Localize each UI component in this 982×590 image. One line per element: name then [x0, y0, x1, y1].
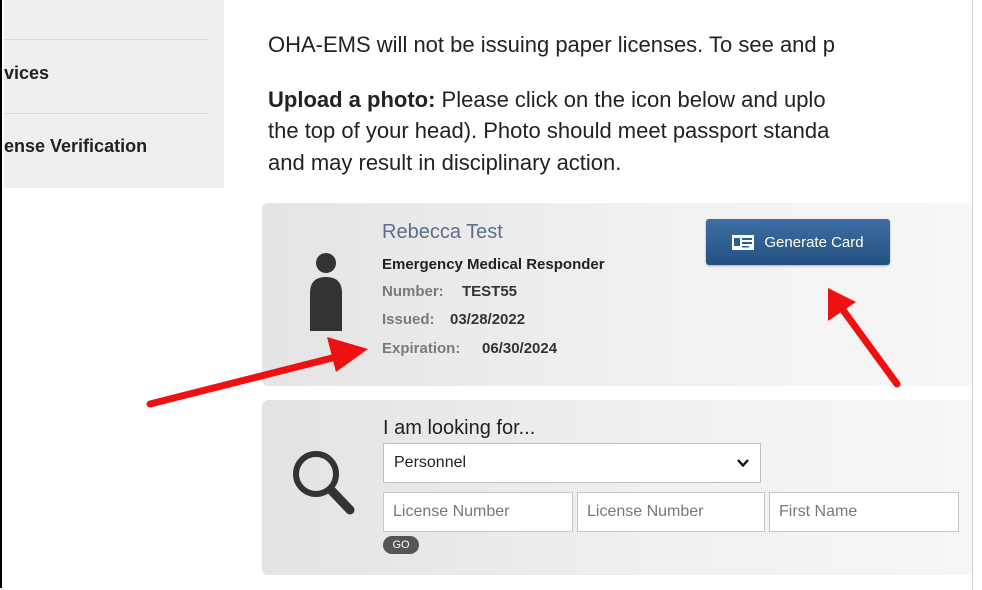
search-panel: I am looking for... Personnel License Nu…: [262, 400, 972, 575]
page-frame: vices ense Verification OHA-EMS will not…: [0, 0, 972, 588]
search-type-value: Personnel: [394, 454, 467, 471]
looking-for-label: I am looking for...: [383, 417, 536, 439]
licensee-name: Rebecca Test: [382, 221, 503, 243]
license-number-input-1[interactable]: License Number: [383, 492, 573, 532]
issued-value: 03/28/2022: [450, 311, 526, 328]
issued-row: Issued: 03/28/2022: [382, 311, 525, 328]
search-type-select[interactable]: Personnel: [383, 443, 761, 483]
license-card: Rebecca Test Emergency Medical Responder…: [262, 203, 972, 386]
sidebar-divider: [4, 113, 209, 114]
first-name-input[interactable]: First Name: [769, 492, 959, 532]
upload-line-1: Upload a photo: Please click on the icon…: [268, 87, 826, 113]
sidebar-divider: [4, 39, 209, 40]
id-card-icon: [732, 234, 755, 250]
intro-text: OHA-EMS will not be issuing paper licens…: [268, 32, 835, 57]
certification-level: Emergency Medical Responder: [382, 256, 605, 273]
number-label: Number:: [382, 283, 444, 300]
right-edge: [972, 0, 982, 590]
expiration-value: 06/30/2024: [482, 340, 558, 357]
number-value: TEST55: [462, 283, 518, 300]
number-row: Number: TEST55: [382, 283, 517, 300]
sidebar-item-license-verification[interactable]: ense Verification: [4, 136, 147, 157]
upload-bold-label: Upload a photo:: [268, 87, 436, 112]
generate-card-button[interactable]: Generate Card: [706, 219, 890, 265]
chevron-down-icon: [737, 459, 749, 468]
sidebar: vices ense Verification: [4, 0, 224, 188]
expiration-row: Expiration: 06/30/2024: [382, 340, 557, 357]
license-number-input-2[interactable]: License Number: [577, 492, 765, 532]
sidebar-item-services[interactable]: vices: [4, 63, 49, 84]
upload-line-3: and may result in disciplinary action.: [268, 150, 622, 175]
go-button[interactable]: GO: [383, 536, 419, 554]
expiration-label: Expiration:: [382, 340, 461, 357]
search-icon: [293, 451, 355, 515]
person-icon[interactable]: [306, 253, 346, 331]
upload-line-1-text: Please click on the icon below and uplo: [435, 87, 826, 112]
generate-card-label: Generate Card: [764, 233, 864, 251]
upload-line-2: the top of your head). Photo should meet…: [268, 118, 830, 143]
issued-label: Issued:: [382, 311, 435, 328]
